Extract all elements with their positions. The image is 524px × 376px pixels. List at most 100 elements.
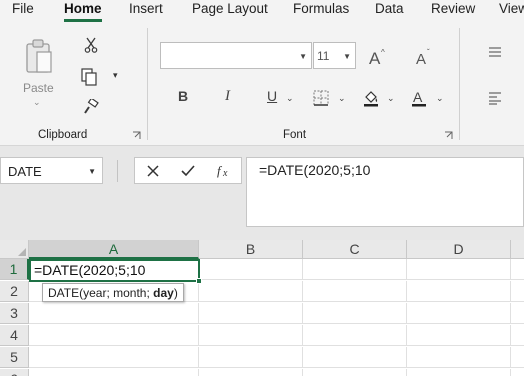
- grid-cell[interactable]: [29, 369, 199, 376]
- select-all-icon: [18, 248, 26, 256]
- tooltip-close-paren: ): [173, 286, 178, 300]
- ribbon-tabs: File Home Insert Page Layout Formulas Da…: [0, 0, 524, 22]
- clipboard-launcher-icon[interactable]: [132, 131, 141, 140]
- svg-text:A: A: [369, 49, 381, 66]
- row-header-2[interactable]: 2: [0, 281, 29, 302]
- underline-dropdown-icon[interactable]: ⌄: [286, 93, 294, 104]
- active-cell-a1[interactable]: =DATE(2020;5;10: [29, 259, 200, 282]
- increase-font-size-icon[interactable]: A ^: [367, 46, 389, 68]
- font-color-dropdown-icon[interactable]: ⌄: [436, 93, 444, 104]
- formula-input[interactable]: =DATE(2020;5;10: [246, 157, 524, 227]
- grid-cell[interactable]: [303, 303, 407, 324]
- grid-cell[interactable]: [407, 281, 511, 302]
- decrease-font-size-icon[interactable]: Aˇ: [414, 46, 436, 68]
- grid-cell[interactable]: [29, 347, 199, 368]
- chevron-down-icon[interactable]: ▼: [88, 167, 96, 176]
- grid-cell[interactable]: [29, 303, 199, 324]
- borders-icon[interactable]: [312, 89, 330, 107]
- grid-cell[interactable]: [303, 369, 407, 376]
- tab-page-layout[interactable]: Page Layout: [192, 1, 268, 16]
- underline-icon[interactable]: U: [267, 88, 277, 104]
- svg-text:A: A: [416, 51, 426, 66]
- font-color-icon[interactable]: A: [409, 88, 429, 108]
- grid-cell[interactable]: [199, 281, 303, 302]
- grid-cell[interactable]: [303, 325, 407, 346]
- copy-icon[interactable]: [79, 67, 99, 87]
- tab-file[interactable]: File: [12, 1, 34, 16]
- cut-icon[interactable]: [82, 36, 100, 54]
- paste-label[interactable]: Paste: [23, 81, 54, 95]
- paste-icon[interactable]: [22, 36, 56, 78]
- group-divider: [459, 28, 460, 140]
- svg-text:A: A: [413, 89, 423, 105]
- align-left-icon[interactable]: [486, 90, 504, 106]
- grid-cell[interactable]: [511, 369, 524, 376]
- bold-icon[interactable]: B: [178, 88, 188, 104]
- formula-controls: fx: [134, 157, 242, 184]
- grid-cell[interactable]: [511, 347, 524, 368]
- grid-cell[interactable]: [407, 303, 511, 324]
- grid-cell[interactable]: [303, 259, 407, 280]
- copy-dropdown-icon[interactable]: ▾: [113, 70, 118, 81]
- enter-check-icon[interactable]: [176, 161, 200, 181]
- tab-insert[interactable]: Insert: [129, 1, 163, 16]
- grid-cell[interactable]: [511, 325, 524, 346]
- formula-bar: DATE ▼ fx =DATE(2020;5;10: [0, 146, 524, 240]
- fill-color-dropdown-icon[interactable]: ⌄: [387, 93, 395, 104]
- column-header-d[interactable]: D: [407, 240, 511, 259]
- tab-data[interactable]: Data: [375, 1, 404, 16]
- function-tooltip: DATE(year; month; day): [42, 283, 184, 302]
- row-header-3[interactable]: 3: [0, 303, 29, 324]
- grid-cell[interactable]: [199, 325, 303, 346]
- fill-handle[interactable]: [196, 278, 202, 284]
- grid-cell[interactable]: [407, 325, 511, 346]
- grid-cell[interactable]: [303, 281, 407, 302]
- font-name-select[interactable]: ▼: [160, 42, 312, 69]
- row-header-4[interactable]: 4: [0, 325, 29, 346]
- tab-home[interactable]: Home: [64, 1, 102, 16]
- borders-dropdown-icon[interactable]: ⌄: [338, 93, 346, 104]
- grid-cell[interactable]: [199, 303, 303, 324]
- format-painter-icon[interactable]: [81, 97, 101, 117]
- grid-cell[interactable]: [199, 369, 303, 376]
- row-header-6[interactable]: 6: [0, 369, 29, 376]
- insert-function-icon[interactable]: fx: [212, 161, 236, 181]
- group-divider: [147, 28, 148, 140]
- grid-cell[interactable]: [303, 347, 407, 368]
- clipboard-group-label: Clipboard: [38, 129, 88, 141]
- paste-dropdown-icon[interactable]: ⌄: [33, 97, 41, 108]
- grid-cell[interactable]: [407, 347, 511, 368]
- column-header-e[interactable]: [511, 240, 524, 259]
- grid-cell[interactable]: [199, 259, 303, 280]
- italic-icon[interactable]: I: [225, 88, 230, 105]
- grid-cell[interactable]: [29, 325, 199, 346]
- row-header-5[interactable]: 5: [0, 347, 29, 368]
- svg-text:x: x: [222, 168, 228, 178]
- grid-cell[interactable]: [407, 259, 511, 280]
- formula-bar-divider: [117, 160, 118, 182]
- font-launcher-icon[interactable]: [444, 131, 453, 140]
- grid-cell[interactable]: [407, 369, 511, 376]
- select-all-button[interactable]: [0, 240, 29, 259]
- tooltip-current-argument[interactable]: day: [153, 286, 174, 300]
- fill-color-icon[interactable]: [361, 88, 381, 108]
- font-size-select[interactable]: 11 ▼: [313, 42, 356, 69]
- chevron-down-icon: ▼: [343, 52, 351, 61]
- grid-cell[interactable]: [199, 347, 303, 368]
- tab-view[interactable]: View: [499, 1, 524, 16]
- chevron-down-icon: ▼: [299, 52, 307, 61]
- column-header-a[interactable]: A: [29, 240, 199, 259]
- top-align-icon[interactable]: [486, 44, 504, 60]
- name-box[interactable]: DATE ▼: [0, 157, 103, 184]
- grid-cell[interactable]: [511, 259, 524, 280]
- tab-review[interactable]: Review: [431, 1, 475, 16]
- column-header-c[interactable]: C: [303, 240, 407, 259]
- tab-formulas[interactable]: Formulas: [293, 1, 349, 16]
- grid-cell[interactable]: [511, 303, 524, 324]
- cancel-icon[interactable]: [141, 161, 165, 181]
- grid-cell[interactable]: [511, 281, 524, 302]
- column-header-b[interactable]: B: [199, 240, 303, 259]
- font-size-value: 11: [317, 49, 330, 63]
- row-header-1[interactable]: 1: [0, 259, 29, 280]
- name-box-value: DATE: [8, 164, 42, 179]
